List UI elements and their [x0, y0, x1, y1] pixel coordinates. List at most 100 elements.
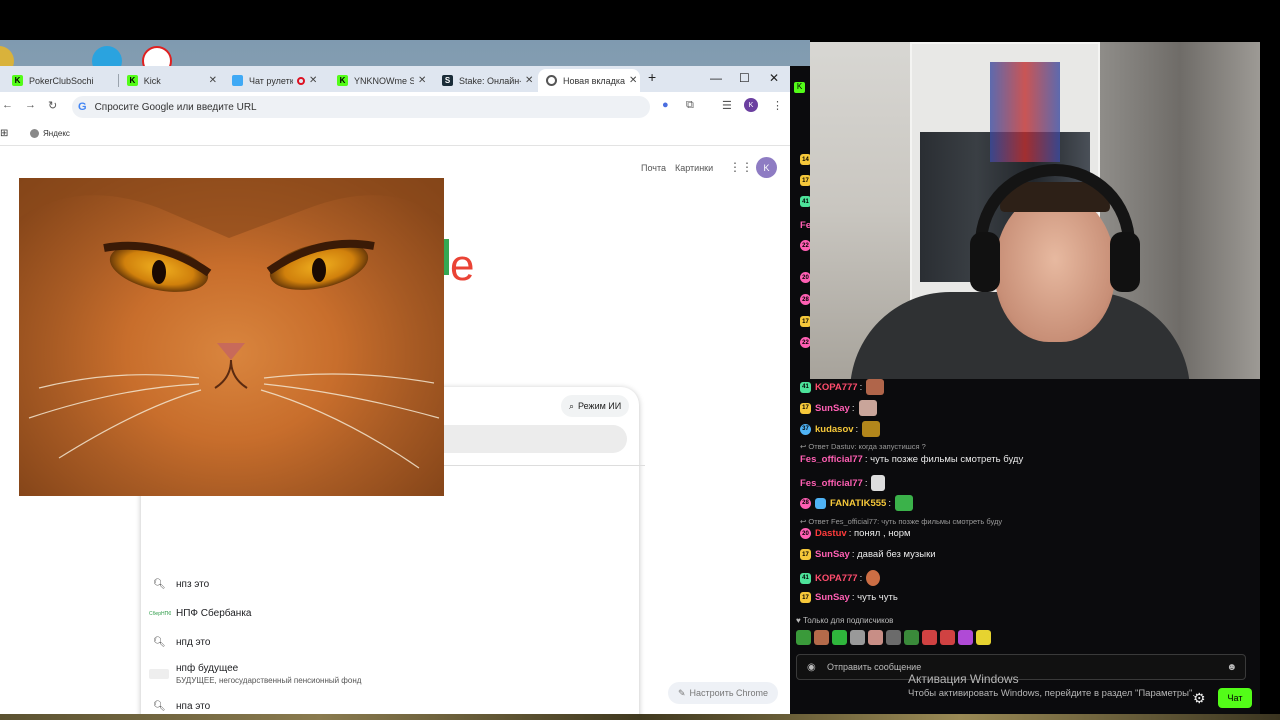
- back-icon[interactable]: ←: [2, 99, 13, 111]
- chat-text: понял , норм: [853, 528, 911, 539]
- forward-icon[interactable]: →: [25, 99, 36, 111]
- google-logo-l: [444, 239, 449, 275]
- new-tab-button[interactable]: +: [648, 69, 656, 85]
- tab-ynknowme[interactable]: K YNKNOWme Sti ✕: [337, 69, 427, 92]
- chat-emote: [862, 421, 881, 437]
- gifter-badge-icon: [815, 497, 826, 509]
- reply-context: ↩ Ответ Fes_official77: чуть позже фильм…: [800, 517, 1003, 526]
- chat-username[interactable]: Fes_official77: [800, 478, 863, 489]
- sber-npf-logo: СберНПФ: [149, 611, 171, 617]
- emote-button[interactable]: [958, 630, 973, 645]
- chat-username[interactable]: SunSay: [815, 549, 850, 560]
- close-window-button[interactable]: ✕: [769, 71, 779, 85]
- close-tab-icon[interactable]: ✕: [209, 75, 217, 86]
- sub-badge: 17: [800, 549, 811, 560]
- emote-button[interactable]: [814, 630, 829, 645]
- globe-icon: [30, 129, 39, 138]
- chat-username[interactable]: SunSay: [815, 403, 850, 414]
- budushee-logo: [149, 669, 169, 679]
- minimize-button[interactable]: —: [710, 71, 722, 85]
- emote-button[interactable]: [796, 630, 811, 645]
- windows-activation-watermark: Активация Windows Чтобы активировать Win…: [908, 672, 1195, 699]
- sub-badge: 17: [800, 592, 811, 603]
- close-tab-icon[interactable]: ✕: [629, 75, 637, 86]
- emote-button[interactable]: [922, 630, 937, 645]
- chat-emote: [866, 570, 881, 586]
- chat-emote: [894, 495, 913, 511]
- hanging-jacket: [990, 62, 1060, 162]
- sub-badge: 41: [800, 381, 811, 393]
- headphone-cup-right: [1110, 232, 1140, 292]
- sub-badge: 28: [800, 497, 811, 509]
- chat-mode-icon[interactable]: ◉: [807, 662, 816, 673]
- chat-username[interactable]: KOPA777: [815, 573, 858, 584]
- tab-new-tab[interactable]: Новая вкладка ✕: [538, 69, 640, 92]
- tab-chat-roulette[interactable]: Чат рулетка ✕: [232, 69, 322, 92]
- emote-button[interactable]: [940, 630, 955, 645]
- close-tab-icon[interactable]: ✕: [525, 75, 533, 86]
- chrome-menu-icon[interactable]: ⋮: [772, 99, 783, 112]
- suggestion-item[interactable]: 🔍︎ нпд это: [141, 637, 639, 653]
- sub-badge: 41: [800, 572, 811, 584]
- emoji-picker-icon[interactable]: ☻: [1226, 662, 1237, 673]
- reload-icon[interactable]: ↻: [48, 99, 57, 112]
- subscribers-only-label: ♥ Только для подписчиков: [796, 616, 894, 625]
- chat-username[interactable]: Fes_official77: [800, 454, 863, 465]
- chat-username[interactable]: FANATIK555: [830, 498, 886, 509]
- chat-username[interactable]: SunSay: [815, 592, 850, 603]
- kick-tab-fragment[interactable]: K: [790, 76, 812, 94]
- chat-message: 41 KOPA777:: [800, 379, 885, 395]
- chat-username[interactable]: KOPA777: [815, 382, 858, 393]
- chat-message: 17 SunSay: чуть чуть: [800, 592, 898, 603]
- ai-mode-button[interactable]: ⌕ Режим ИИ: [561, 395, 630, 417]
- chat-message: 17 SunSay:: [800, 400, 877, 416]
- account-avatar[interactable]: K: [756, 157, 777, 178]
- profile-avatar[interactable]: K: [744, 98, 758, 112]
- gmail-link[interactable]: Почта: [641, 163, 666, 173]
- puzzle-extensions-icon[interactable]: ⧉: [686, 99, 694, 112]
- maximize-button[interactable]: ☐: [739, 71, 750, 85]
- chrome-icon: [546, 75, 557, 86]
- emote-button[interactable]: [976, 630, 991, 645]
- chat-username[interactable]: Dastuv: [815, 528, 847, 539]
- chat-username[interactable]: kudasov: [815, 424, 854, 435]
- emote-button[interactable]: [868, 630, 883, 645]
- tab-kick[interactable]: K Kick ✕: [127, 69, 217, 92]
- close-tab-icon[interactable]: ✕: [309, 75, 317, 86]
- close-tab-icon[interactable]: ✕: [418, 75, 426, 86]
- cat-face-drawing: [19, 178, 444, 469]
- kick-logo-icon: K: [794, 82, 805, 93]
- tab-stake[interactable]: S Stake: Онлайн- ✕: [442, 69, 537, 92]
- emote-button[interactable]: [832, 630, 847, 645]
- chat-message: Fes_official77: чуть позже фильмы смотре…: [800, 454, 1024, 465]
- bookmarks-bar: ⊞ Яндекс: [0, 122, 790, 146]
- omnibox[interactable]: G Спросите Google или введите URL: [72, 96, 650, 118]
- sparkle-search-icon: ⌕: [569, 400, 575, 411]
- extension-icon[interactable]: ●: [662, 99, 669, 111]
- sub-badge: 20: [800, 528, 811, 539]
- desktop-screen: K PokerClubSochi K Kick ✕ Чат рулетка ✕ …: [0, 0, 1280, 720]
- bookmark-yandex[interactable]: Яндекс: [30, 129, 70, 138]
- google-apps-icon[interactable]: ⋮⋮: [729, 160, 753, 174]
- chat-message: 20 Dastuv: понял , норм: [800, 528, 911, 539]
- emote-button[interactable]: [850, 630, 865, 645]
- kick-logo-icon: K: [337, 75, 348, 86]
- suggestion-item[interactable]: СберНПФ НПФ Сбербанка: [141, 608, 639, 624]
- send-chat-button[interactable]: Чат: [1218, 688, 1252, 708]
- pencil-icon: ✎: [678, 687, 686, 698]
- emote-button[interactable]: [886, 630, 901, 645]
- apps-grid-icon[interactable]: ⊞: [0, 128, 8, 139]
- customize-chrome-button[interactable]: ✎ Настроить Chrome: [668, 682, 779, 704]
- images-link[interactable]: Картинки: [675, 163, 713, 173]
- taskbar-strip: [0, 714, 1280, 720]
- google-logo-e: e: [450, 241, 475, 290]
- suggestion-item[interactable]: 🔍︎ нпз это: [141, 579, 639, 595]
- tab-pokerclubsochi[interactable]: K PokerClubSochi: [12, 69, 115, 92]
- subscriber-emote-row: [796, 630, 991, 645]
- kick-logo-icon: K: [12, 75, 23, 86]
- suggestion-item[interactable]: нпф будущее БУДУЩЕЕ, негосударственный п…: [141, 663, 639, 689]
- emote-button[interactable]: [904, 630, 919, 645]
- media-controls-icon[interactable]: ☰: [722, 99, 732, 112]
- search-icon: 🔍︎: [153, 637, 166, 648]
- search-icon: 🔍︎: [153, 579, 166, 590]
